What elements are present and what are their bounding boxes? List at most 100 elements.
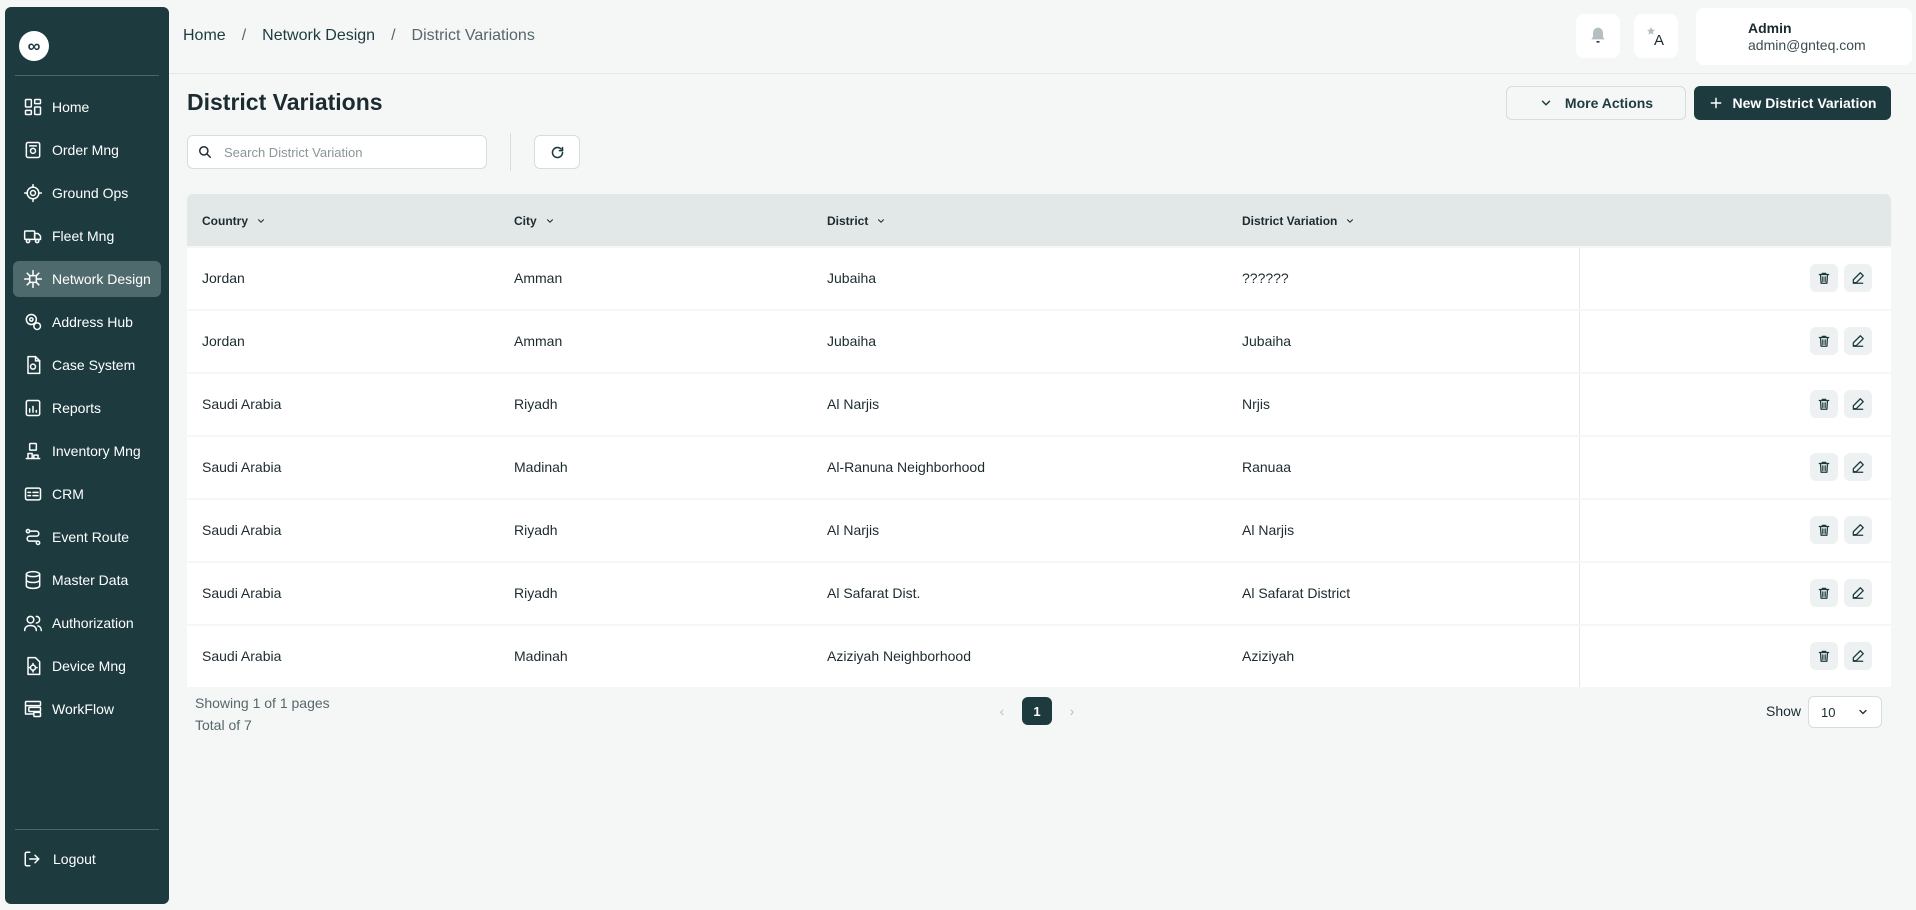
breadcrumb-network-design[interactable]: Network Design xyxy=(262,27,375,45)
sidebar-divider xyxy=(15,75,159,76)
more-actions-label: More Actions xyxy=(1564,95,1654,111)
table-cell: Nrjis xyxy=(1242,396,1270,412)
toolbar-divider xyxy=(510,133,511,171)
sidebar-item-event-route[interactable]: Event Route xyxy=(13,519,161,555)
column-header-district-variation[interactable]: District Variation xyxy=(1242,214,1355,228)
pagination: ‹ 1 › xyxy=(990,697,1084,725)
column-header-country[interactable]: Country xyxy=(202,214,266,228)
user-profile[interactable]: Admin admin@gnteq.com xyxy=(1696,8,1912,65)
column-header-city[interactable]: City xyxy=(514,214,555,228)
edit-button[interactable] xyxy=(1844,390,1872,418)
more-actions-button[interactable]: More Actions xyxy=(1506,86,1686,120)
table-cell: Riyadh xyxy=(514,585,558,601)
search-input[interactable] xyxy=(224,144,474,160)
new-district-variation-button[interactable]: New District Variation xyxy=(1694,86,1891,120)
table-row: Saudi Arabia Madinah Al-Ranuna Neighborhoo… xyxy=(187,437,1891,498)
table-cell: Riyadh xyxy=(514,522,558,538)
table-cell: Saudi Arabia xyxy=(202,648,282,664)
breadcrumb-separator: / xyxy=(391,27,396,44)
chevron-down-icon xyxy=(1347,219,1354,223)
table-cell: Jubaiha xyxy=(827,333,877,349)
sidebar-item-case-system[interactable]: Case System xyxy=(13,347,161,383)
notifications-button[interactable] xyxy=(1576,14,1620,58)
edit-button[interactable] xyxy=(1844,516,1872,544)
sidebar-item-fleet-mng[interactable]: Fleet Mng xyxy=(13,218,161,254)
edit-button[interactable] xyxy=(1844,453,1872,481)
page-number[interactable]: 1 xyxy=(1022,697,1052,725)
sidebar-item-order-mng[interactable]: Order Mng xyxy=(13,132,161,168)
table-cell: Saudi Arabia xyxy=(202,522,282,538)
next-page-button[interactable]: › xyxy=(1060,697,1084,725)
chevron-down-icon xyxy=(1541,100,1551,106)
sidebar-item-home[interactable]: Home xyxy=(13,89,161,125)
district-variations-table: Country City District District Variation Jo… xyxy=(187,194,1891,687)
edit-button[interactable] xyxy=(1844,579,1872,607)
prev-page-button[interactable]: ‹ xyxy=(990,697,1014,725)
network-icon xyxy=(23,269,43,289)
row-actions xyxy=(1579,248,1891,309)
delete-button[interactable] xyxy=(1810,390,1838,418)
table-body: Jordan Amman Jubaiha?????? Jordan Amman Juba… xyxy=(187,248,1891,687)
table-row: Saudi Arabia Riyadh Al Narjis Nrjis xyxy=(187,374,1891,435)
route-icon xyxy=(25,528,41,546)
sidebar-item-label: Authorization xyxy=(52,615,134,631)
sidebar-item-network-design[interactable]: Network Design xyxy=(13,261,161,297)
page-size-label: Show xyxy=(1766,703,1802,719)
table-cell: Saudi Arabia xyxy=(202,585,282,601)
delete-button[interactable] xyxy=(1810,516,1838,544)
sidebar-item-ground-ops[interactable]: Ground Ops xyxy=(13,175,161,211)
trash-icon xyxy=(1818,335,1830,347)
sidebar-item-label: WorkFlow xyxy=(52,701,114,717)
sidebar-item-crm[interactable]: CRM xyxy=(13,476,161,512)
sidebar-item-label: Ground Ops xyxy=(52,185,129,201)
ground-ops-icon xyxy=(23,183,43,203)
table-row: Saudi Arabia Riyadh Al Narjis Al Narjis xyxy=(187,500,1891,561)
refresh-button[interactable] xyxy=(534,135,580,169)
sidebar-item-master-data[interactable]: Master Data xyxy=(13,562,161,598)
language-button[interactable]: A xyxy=(1634,14,1678,58)
sidebar-item-label: Order Mng xyxy=(52,142,119,158)
column-header-district[interactable]: District xyxy=(827,214,886,228)
sidebar-item-label: Fleet Mng xyxy=(52,228,115,244)
pencil-icon xyxy=(1852,398,1864,410)
breadcrumb-separator: / xyxy=(241,27,247,44)
delete-button[interactable] xyxy=(1810,327,1838,355)
edit-button[interactable] xyxy=(1844,327,1872,355)
table-cell: Saudi Arabia xyxy=(202,459,282,475)
trash-icon xyxy=(1818,461,1830,473)
breadcrumb-current: District Variations xyxy=(411,27,535,44)
sidebar-item-inventory-mng[interactable]: Inventory Mng xyxy=(13,433,161,469)
edit-button[interactable] xyxy=(1844,642,1872,670)
table-row: Saudi Arabia Riyadh Al Safarat Dist. Al Saf… xyxy=(187,563,1891,624)
app-logo[interactable]: ∞ xyxy=(19,31,49,61)
sidebar-divider xyxy=(15,829,159,830)
column-header-label: Country xyxy=(202,214,248,228)
sidebar-item-workflow[interactable]: WorkFlow xyxy=(13,691,161,727)
sidebar-item-authorization[interactable]: Authorization xyxy=(13,605,161,641)
trash-icon xyxy=(1818,524,1830,536)
delete-button[interactable] xyxy=(1810,453,1838,481)
delete-button[interactable] xyxy=(1810,579,1838,607)
sidebar-item-reports[interactable]: Reports xyxy=(13,390,161,426)
pencil-icon xyxy=(1852,272,1864,284)
table-cell: Al Safarat Dist. xyxy=(827,585,921,601)
table-cell: Amman xyxy=(514,270,563,286)
sidebar-item-address-hub[interactable]: Address Hub xyxy=(13,304,161,340)
delete-button[interactable] xyxy=(1810,264,1838,292)
breadcrumb-home[interactable]: Home xyxy=(183,27,226,45)
edit-button[interactable] xyxy=(1844,264,1872,292)
table-cell: Jordan xyxy=(202,333,245,349)
pencil-icon xyxy=(1852,587,1864,599)
pencil-icon xyxy=(1852,524,1864,536)
table-cell: Aziziyah Neighborhood xyxy=(827,648,971,664)
logout-button[interactable]: Logout xyxy=(23,850,96,868)
sidebar-item-device-mng[interactable]: Device Mng xyxy=(13,648,161,684)
device-icon xyxy=(27,656,41,676)
search-box xyxy=(187,135,487,169)
reports-icon xyxy=(25,399,41,417)
table-cell: Al Narjis xyxy=(827,396,880,412)
order-icon xyxy=(25,141,41,159)
page-size-select[interactable]: 10 xyxy=(1808,696,1882,728)
sidebar-item-label: Inventory Mng xyxy=(52,443,141,459)
delete-button[interactable] xyxy=(1810,642,1838,670)
